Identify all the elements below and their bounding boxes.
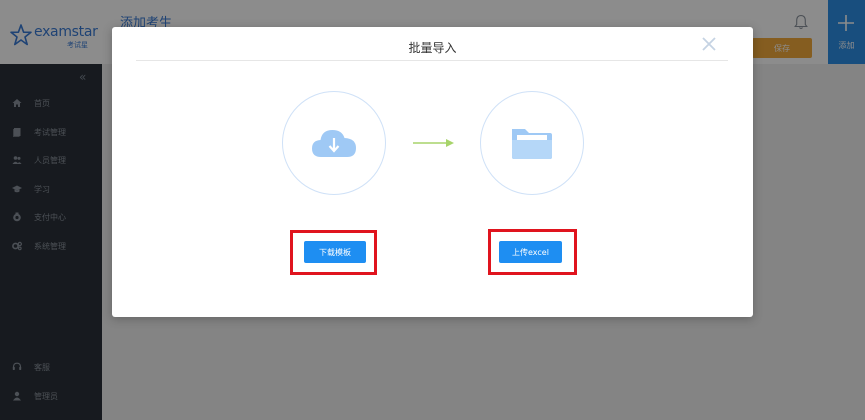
dialog-title: 批量导入: [408, 41, 457, 55]
close-icon[interactable]: [701, 36, 717, 52]
dialog-divider: [136, 60, 728, 61]
folder-icon: [512, 129, 552, 159]
download-highlight-box: [290, 230, 377, 275]
batch-import-dialog: 批量导入 下载模板 上传excel: [112, 27, 753, 317]
upload-highlight-box: [488, 229, 577, 275]
cloud-download-icon: [312, 130, 356, 157]
download-illustration: [282, 91, 386, 195]
arrow-right-icon: [413, 139, 454, 147]
upload-illustration: [480, 91, 584, 195]
